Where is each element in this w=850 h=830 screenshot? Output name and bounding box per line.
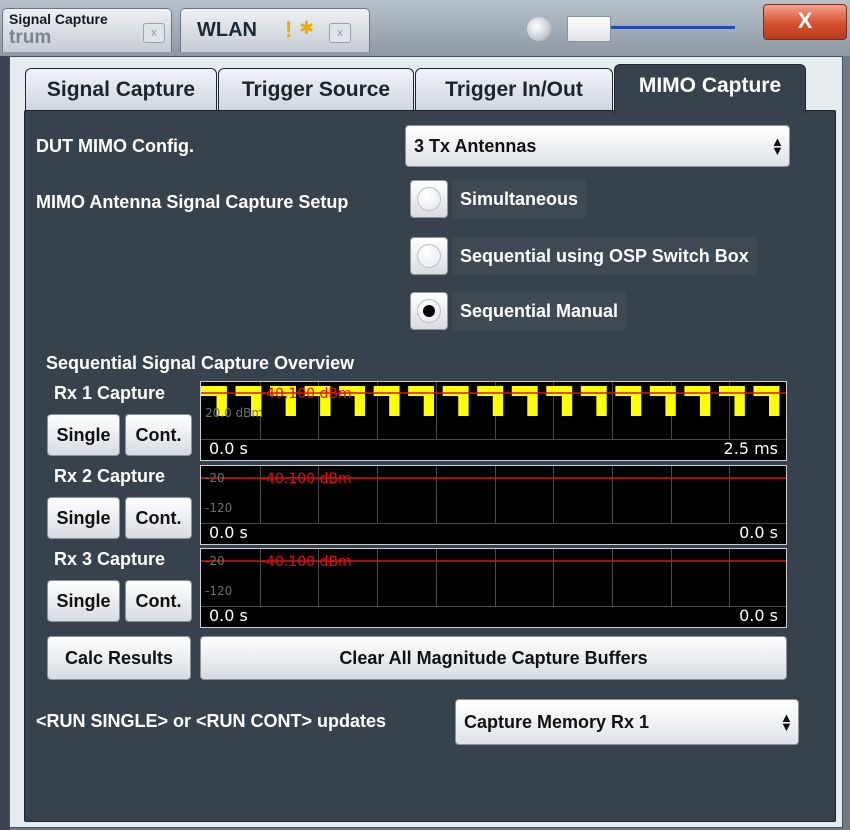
signal-burst [354,386,366,416]
rx3-cont-button[interactable]: Cont. [125,580,192,622]
signal-burst [734,386,745,416]
window-tab-label: WLAN [197,19,257,41]
overview-title: Sequential Signal Capture Overview [46,353,355,373]
rx1-start-time: 0.0 s [209,439,248,458]
signal-burst [527,386,538,416]
signal-burst [630,386,642,416]
signal-burst [492,386,504,416]
rx2-capture-label: Rx 2 Capture [54,466,166,486]
radio-ring-icon [417,299,441,323]
dut-mimo-config-value: 3 Tx Antennas [414,136,537,156]
rx3-capture-plot: -20 -120 -40.100 dBm 0.0 s 0.0 s [200,548,787,628]
radio-sequential-manual[interactable] [410,292,448,330]
star-icon: ✱ [299,18,315,38]
rx3-ref-level-label: -40.100 dBm [261,554,352,570]
radio-simultaneous[interactable] [410,180,448,218]
rx1-single-button[interactable]: Single [47,414,120,456]
signal-burst [389,386,400,416]
radio-sequential-osp-label[interactable]: Sequential using OSP Switch Box [452,237,757,275]
radio-ring-icon [417,244,441,268]
calc-results-button[interactable]: Calc Results [47,636,191,680]
radio-sequential-manual-label[interactable]: Sequential Manual [452,292,627,330]
window-tab-label: Signal Capture [9,11,108,27]
updates-label: <RUN SINGLE> or <RUN CONT> updates [36,711,387,731]
signal-burst [596,386,607,416]
rx3-single-button[interactable]: Single [47,580,120,622]
dut-mimo-config-select[interactable]: 3 Tx Antennas ▲ ▼ [405,125,790,167]
rx2-tick-top: -20 [205,471,225,485]
transparency-slider-thumb[interactable] [567,16,611,42]
close-icon[interactable]: x [329,23,351,43]
rx1-end-time: 2.5 ms [723,439,778,458]
dut-mimo-config-label: DUT MIMO Config. [36,136,194,156]
rx3-capture-label: Rx 3 Capture [54,549,166,569]
radio-simultaneous-label[interactable]: Simultaneous [452,180,587,218]
rx3-end-time: 0.0 s [739,606,778,625]
rx1-ref-level-label: -40.100 dBm [261,386,352,402]
tab-signal-capture[interactable]: Signal Capture [25,68,217,112]
window-tab-wlan[interactable]: WLAN ! ✱ x [180,8,370,52]
rx3-tick-bottom: -120 [205,584,233,598]
window-tab-signal-capture[interactable]: trum Signal Capture x [2,8,172,52]
signal-burst [769,386,780,416]
rx1-cont-button[interactable]: Cont. [125,414,192,456]
radio-ring-icon [417,187,441,211]
radio-selected-dot-icon [423,305,435,317]
rx2-ref-level-label: -40.100 dBm [261,471,352,487]
warning-icon: ! [285,17,293,42]
updown-arrow-icon: ▲ ▼ [771,134,784,158]
window-tab-underlay-text: trum [9,27,52,48]
globe-icon [527,17,551,41]
tab-mimo-capture[interactable]: MIMO Capture [614,64,806,114]
tab-trigger-source[interactable]: Trigger Source [218,68,414,112]
rx2-tick-bottom: -120 [205,501,233,515]
transparency-slider-track[interactable] [610,26,735,29]
clear-all-buffers-button[interactable]: Clear All Magnitude Capture Buffers [200,636,787,680]
rx3-start-time: 0.0 s [209,606,248,625]
rx1-tick-label: 20.0 dBm [205,406,264,420]
signal-burst [699,386,711,416]
tab-trigger-in-out[interactable]: Trigger In/Out [415,68,613,112]
rx1-capture-plot: 20.0 dBm -40.100 dBm 0.0 s 2.5 ms [200,381,787,461]
updates-select[interactable]: Capture Memory Rx 1 ▲ ▼ [455,699,799,745]
rx2-start-time: 0.0 s [209,523,248,542]
updown-arrow-icon: ▲ ▼ [780,710,793,734]
rx2-single-button[interactable]: Single [47,497,120,539]
rx1-capture-label: Rx 1 Capture [54,383,166,403]
signal-burst [561,386,573,416]
rx2-end-time: 0.0 s [739,523,778,542]
capture-setup-label: MIMO Antenna Signal Capture Setup [36,192,349,212]
signal-burst [458,386,469,416]
close-icon[interactable]: x [143,23,165,43]
updates-select-value: Capture Memory Rx 1 [464,712,650,732]
close-dialog-button[interactable]: X [763,4,847,40]
rx2-cont-button[interactable]: Cont. [125,497,192,539]
rx2-capture-plot: -20 -120 -40.100 dBm 0.0 s 0.0 s [200,465,787,545]
radio-sequential-osp[interactable] [410,237,448,275]
signal-burst [665,386,676,416]
signal-burst [423,386,435,416]
rx3-tick-top: -20 [205,554,225,568]
